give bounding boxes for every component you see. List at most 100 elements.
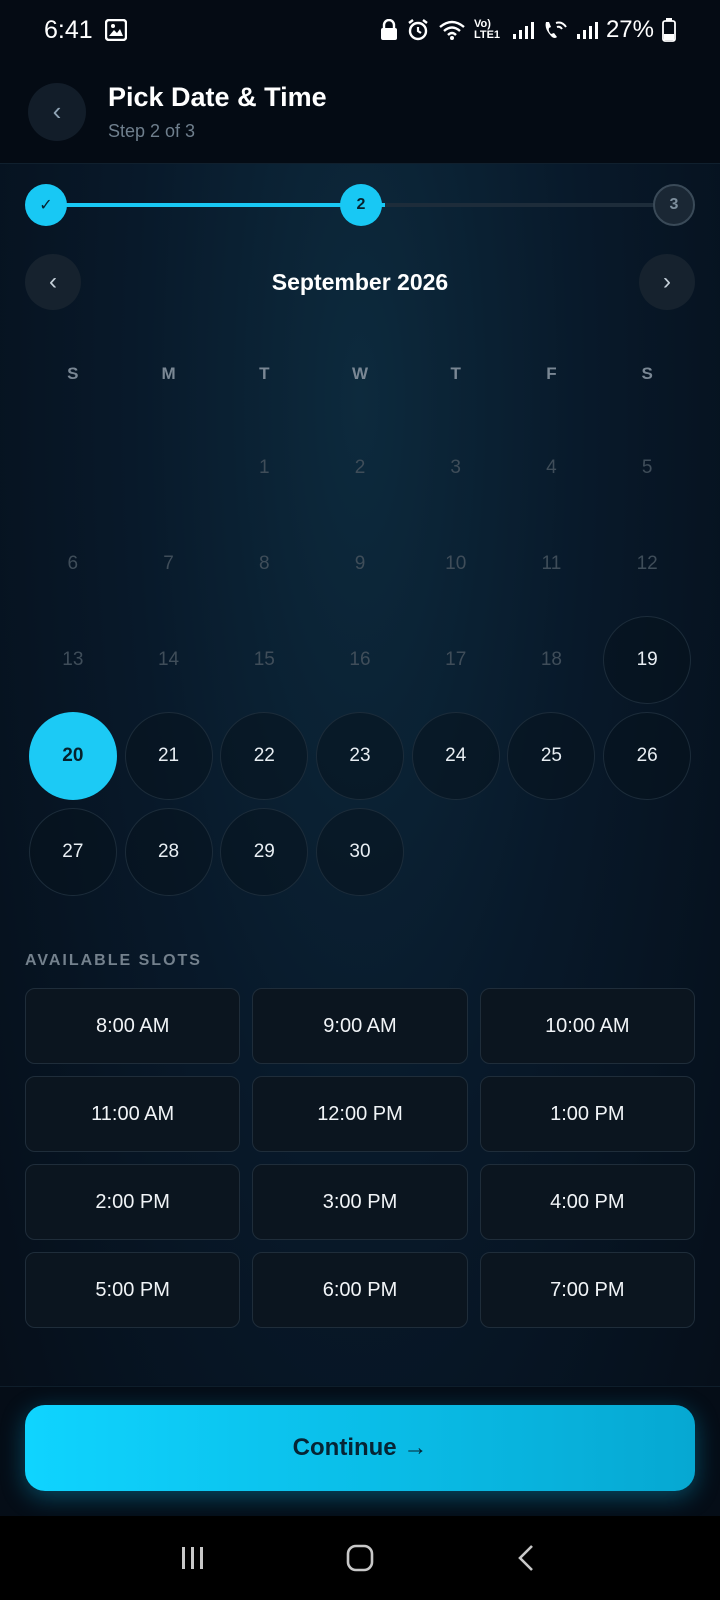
month-title: September 2026 <box>271 268 449 295</box>
calendar-day: 10 <box>408 516 504 612</box>
calendar-day: 2 <box>312 420 408 516</box>
calendar-empty-cell <box>25 420 121 516</box>
calendar-day[interactable]: 21 <box>121 708 217 804</box>
time-slot-button[interactable]: 12:00 PM <box>252 1076 468 1152</box>
calendar-day[interactable]: 22 <box>216 708 312 804</box>
calendar-day-number: 14 <box>157 649 180 670</box>
step-2-label: 2 <box>356 196 366 213</box>
calendar-day[interactable]: 24 <box>408 708 504 804</box>
calendar-empty-cell <box>121 420 217 516</box>
weekday-header: SMTWTFS <box>25 328 695 420</box>
weekday-label: F <box>546 364 557 383</box>
calendar-day-number: 21 <box>124 712 213 800</box>
calendar-day-number: 24 <box>411 712 500 800</box>
time-slot-button[interactable]: 4:00 PM <box>479 1164 695 1240</box>
recent-apps-button[interactable] <box>163 1528 223 1588</box>
calendar-day-number: 16 <box>349 649 371 670</box>
signal-2-icon <box>576 20 598 40</box>
calendar-day: 11 <box>504 516 600 612</box>
time-slot-button[interactable]: 10:00 AM <box>479 988 695 1064</box>
gallery-icon <box>104 19 127 41</box>
calendar-day[interactable]: 23 <box>312 708 408 804</box>
calendar-day: 6 <box>25 516 121 612</box>
time-slot-button[interactable]: 2:00 PM <box>25 1164 241 1240</box>
check-icon: ✓ <box>39 197 53 214</box>
time-slot-button[interactable]: 7:00 PM <box>479 1252 695 1328</box>
calendar-day[interactable]: 25 <box>504 708 600 804</box>
calendar-day: 15 <box>216 612 312 708</box>
home-button[interactable] <box>330 1528 390 1588</box>
wifi-calling-icon <box>542 19 568 41</box>
calendar-day[interactable]: 30 <box>312 804 408 900</box>
calendar-day-number: 17 <box>445 649 467 670</box>
time-slot-button[interactable]: 5:00 PM <box>25 1252 241 1328</box>
home-icon <box>346 1544 374 1572</box>
calendar-day-number: 19 <box>603 616 692 704</box>
calendar-day: 18 <box>504 612 600 708</box>
calendar-day: 7 <box>121 516 217 612</box>
calendar-day[interactable]: 29 <box>216 804 312 900</box>
calendar-day-number: 2 <box>354 457 366 478</box>
time-slots-grid: 8:00 AM 9:00 AM 10:00 AM 11:00 AM 12:00 PM 1:… <box>25 988 695 1328</box>
calendar-day[interactable]: 27 <box>25 804 121 900</box>
weekday-label: T <box>450 364 461 383</box>
system-navigation-bar <box>0 1516 720 1600</box>
time-slot-button[interactable]: 11:00 AM <box>25 1076 241 1152</box>
calendar-day-number: 4 <box>546 457 557 478</box>
stepper-line-pending <box>385 203 675 207</box>
calendar-day[interactable]: 26 <box>599 708 695 804</box>
step-1-indicator: ✓ <box>25 184 67 226</box>
calendar-day: 12 <box>599 516 695 612</box>
page-title: Pick Date & Time <box>108 81 327 112</box>
footer-bar: Continue → <box>0 1386 720 1516</box>
calendar-day-number: 15 <box>253 649 275 670</box>
calendar-day-number: 8 <box>258 553 270 574</box>
calendar-day-selected[interactable]: 20 <box>25 708 121 804</box>
header-text: Pick Date & Time Step 2 of 3 <box>108 82 327 142</box>
back-button[interactable]: ‹ <box>28 82 86 141</box>
calendar-day[interactable]: 28 <box>121 804 217 900</box>
calendar-day-number <box>125 424 213 512</box>
time-slot-button[interactable]: 8:00 AM <box>25 988 241 1064</box>
calendar-day: 13 <box>25 612 121 708</box>
calendar-day-number: 3 <box>450 457 461 478</box>
calendar-day-number: 11 <box>541 553 562 574</box>
next-month-button[interactable]: › <box>639 254 695 310</box>
time-slot-button[interactable]: 6:00 PM <box>252 1252 468 1328</box>
slots-section-label: AVAILABLE SLOTS <box>25 952 202 969</box>
system-back-button[interactable] <box>497 1528 557 1588</box>
calendar-day-number: 20 <box>28 712 117 800</box>
calendar-day-number: 26 <box>603 712 692 800</box>
step-2-indicator: 2 <box>340 184 382 226</box>
chevron-left-icon: ‹ <box>52 96 62 126</box>
previous-month-button[interactable]: ‹ <box>25 254 81 310</box>
time-slot-button[interactable]: 3:00 PM <box>252 1164 468 1240</box>
status-bar: 6:41 Vo) LTE1 27% <box>0 0 720 60</box>
app-header: ‹ Pick Date & Time Step 2 of 3 <box>0 60 720 164</box>
calendar-day-number: 6 <box>67 553 79 574</box>
calendar-day-number: 9 <box>354 553 366 574</box>
lock-icon <box>380 19 398 41</box>
network-label: Vo) LTE1 <box>473 18 501 41</box>
status-left: 6:41 <box>44 16 127 45</box>
calendar-day: 5 <box>599 420 695 516</box>
alarm-icon <box>406 18 430 42</box>
calendar-day-number: 23 <box>315 712 404 800</box>
calendar-day[interactable]: 19 <box>599 612 695 708</box>
calendar-day: 1 <box>216 420 312 516</box>
calendar-day: 17 <box>408 612 504 708</box>
chevron-right-icon: › <box>663 268 671 295</box>
continue-button[interactable]: Continue → <box>25 1405 695 1491</box>
calendar-day: 3 <box>408 420 504 516</box>
calendar-day: 8 <box>216 516 312 612</box>
time-slot-button[interactable]: 9:00 AM <box>252 988 468 1064</box>
calendar-day-number: 27 <box>28 808 117 896</box>
calendar-day: 4 <box>504 420 600 516</box>
stepper-line-complete <box>45 203 385 207</box>
calendar-day-number: 12 <box>636 553 658 574</box>
time-slot-button[interactable]: 1:00 PM <box>479 1076 695 1152</box>
battery-icon <box>662 18 676 42</box>
calendar-days: 1 2 3 4 5 6 7 8 9 10 11 12 13 14 15 16 17 18 19 20 21 22 23 24 2… <box>25 420 695 900</box>
back-chevron-icon <box>517 1545 533 1571</box>
recent-apps-icon <box>182 1547 204 1569</box>
